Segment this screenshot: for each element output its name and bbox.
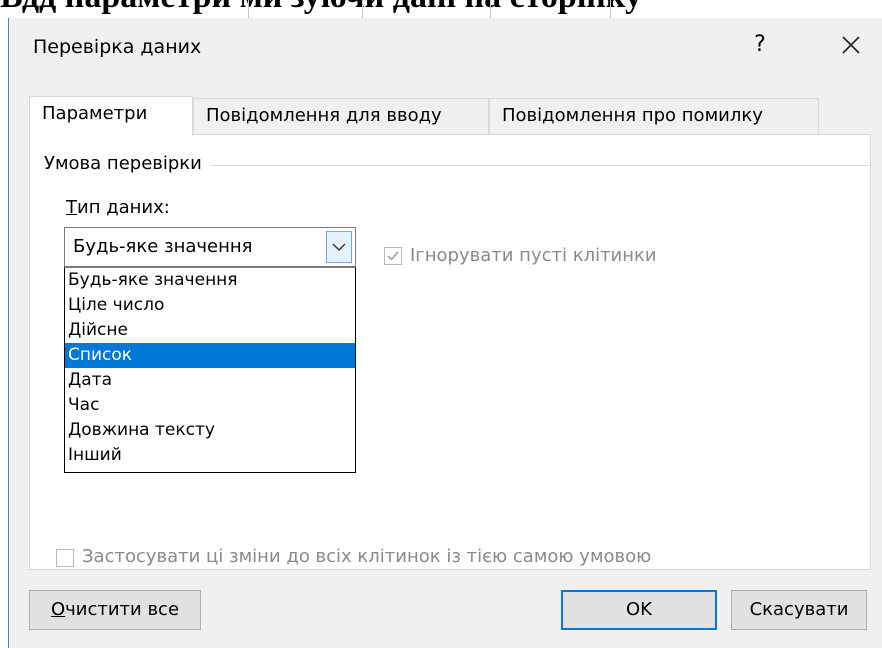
dropdown-button[interactable] xyxy=(326,231,352,263)
background-text: Вдд параметри ми зуючи дані на сторінку xyxy=(0,0,882,16)
apply-to-all-checkbox[interactable] xyxy=(56,549,74,567)
validation-criteria-heading: Умова перевірки xyxy=(44,153,210,174)
clear-all-button[interactable]: Очистити все xyxy=(29,590,201,630)
apply-to-all-label: Застосувати ці зміни до всіх клітинок із… xyxy=(82,546,652,567)
tab-input-message[interactable]: Повідомлення для вводу xyxy=(193,98,489,134)
checkmark-icon xyxy=(387,251,399,261)
close-button[interactable] xyxy=(835,30,867,60)
dropdown-option[interactable]: Дата xyxy=(65,368,355,393)
cell-gridline xyxy=(362,0,363,18)
cell-gridline xyxy=(248,0,249,18)
cell-gridline xyxy=(610,0,611,18)
background-document-fragment: Вдд параметри ми зуючи дані на сторінку xyxy=(0,0,882,18)
tab-error-alert[interactable]: Повідомлення про помилку xyxy=(489,98,819,134)
help-button[interactable]: ? xyxy=(745,30,775,60)
ok-button[interactable]: OK xyxy=(561,590,717,630)
dialog-title: Перевірка даних xyxy=(33,36,202,58)
settings-panel: Умова перевірки Тип даних: Будь-яке знач… xyxy=(29,134,871,570)
cancel-button[interactable]: Скасувати xyxy=(731,590,867,630)
cell-gridline xyxy=(490,0,491,18)
ignore-blank-checkbox[interactable] xyxy=(384,247,402,265)
dropdown-option[interactable]: Ціле число xyxy=(65,293,355,318)
dropdown-option[interactable]: Інший xyxy=(65,443,355,468)
dropdown-option[interactable]: Дійсне xyxy=(65,318,355,343)
dropdown-option[interactable]: Будь-яке значення xyxy=(65,268,355,293)
data-type-label: Тип даних: xyxy=(66,197,170,218)
close-icon xyxy=(842,36,860,54)
dropdown-option[interactable]: Довжина тексту xyxy=(65,418,355,443)
chevron-down-icon xyxy=(332,243,346,251)
tab-settings[interactable]: Параметри xyxy=(29,96,193,136)
dropdown-option[interactable]: Час xyxy=(65,393,355,418)
dropdown-option-highlighted[interactable]: Список xyxy=(65,343,355,368)
ignore-blank-label: Ігнорувати пусті клітинки xyxy=(410,245,657,266)
data-validation-dialog: Перевірка даних ? Умова перевірки Тип да… xyxy=(8,18,882,648)
data-type-dropdown-list[interactable]: Будь-яке значення Ціле число Дійсне Спис… xyxy=(64,267,356,473)
data-type-combobox[interactable]: Будь-яке значення xyxy=(64,227,356,267)
data-type-selected-value: Будь-яке значення xyxy=(73,236,253,257)
